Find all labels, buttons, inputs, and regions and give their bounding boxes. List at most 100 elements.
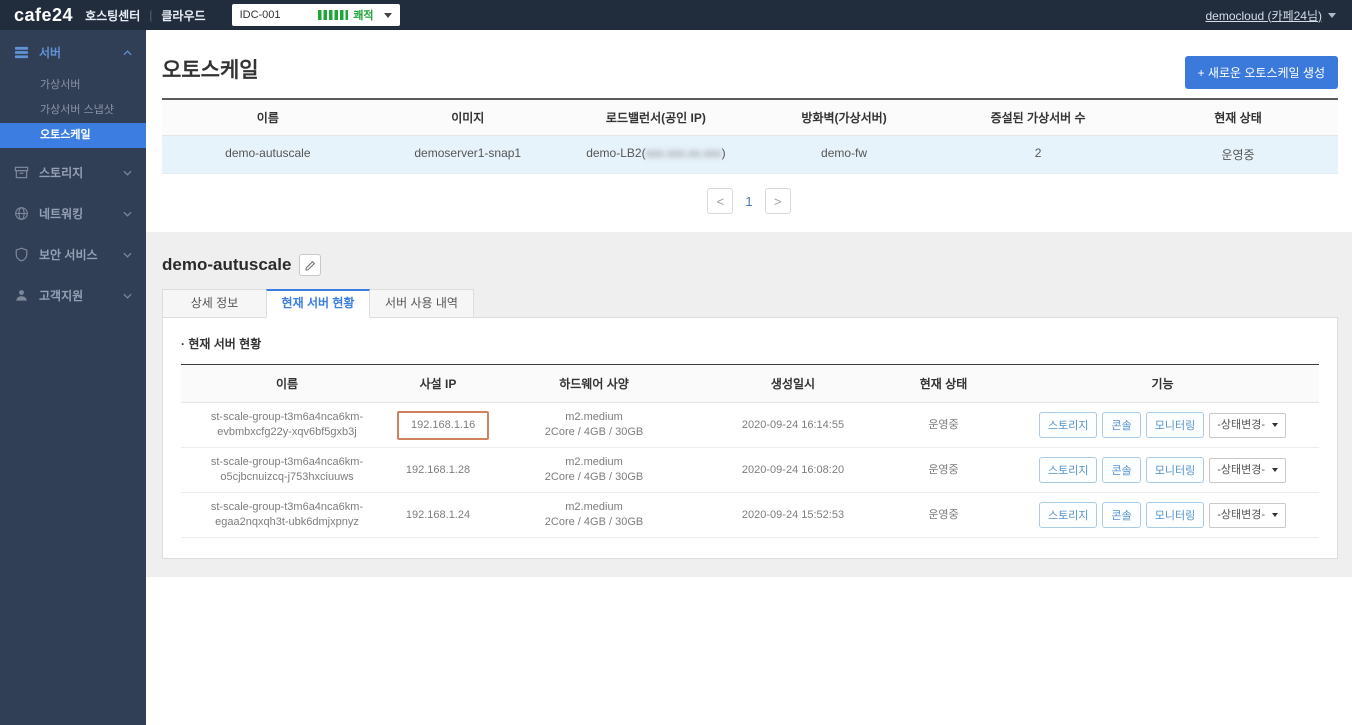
tab-usage-history[interactable]: 서버 사용 내역 [370, 289, 474, 318]
server-name-line1: st-scale-group-t3m6a4nca6km- [211, 456, 363, 468]
chevron-down-icon [123, 211, 132, 217]
sidebar-item-label: 보안 서비스 [39, 246, 98, 263]
storage-button[interactable]: 스토리지 [1039, 412, 1097, 438]
monitoring-button[interactable]: 모니터링 [1146, 502, 1204, 528]
col-scaled-count: 증설된 가상서버 수 [938, 100, 1138, 135]
chevron-down-icon [1272, 468, 1278, 472]
status-change-label: -상태변경- [1217, 463, 1265, 478]
console-button[interactable]: 콘솔 [1102, 502, 1140, 528]
chevron-down-icon [1272, 423, 1278, 427]
hosting-center-link[interactable]: 호스팅센터 [85, 7, 140, 24]
cell-private-ip: 192.168.1.24 [393, 501, 483, 530]
account-label: democloud (카페24님) [1206, 7, 1323, 24]
status-change-select[interactable]: -상태변경- [1209, 503, 1286, 528]
tab-current-servers[interactable]: 현재 서버 현황 [266, 289, 370, 318]
sidebar-item-virtual-server-snapshot[interactable]: 가상서버 스냅샷 [0, 98, 146, 123]
sidebar-item-server[interactable]: 서버 [0, 30, 146, 73]
console-button[interactable]: 콘솔 [1102, 412, 1140, 438]
detail-section: demo-autuscale 상세 정보 현재 서버 현황 서버 사용 내역 ·… [146, 232, 1352, 577]
col-functions: 기능 [1006, 365, 1319, 402]
chevron-up-icon [123, 50, 132, 56]
cell-hardware: m2.medium2Core / 4GB / 30GB [483, 448, 705, 492]
col-loadbalancer: 로드밸런서(공인 IP) [562, 100, 750, 135]
storage-button[interactable]: 스토리지 [1039, 502, 1097, 528]
lb-ip-redacted: xxx.xxx.xx.xxx [646, 146, 722, 160]
monitoring-button[interactable]: 모니터링 [1146, 457, 1204, 483]
create-autoscale-button[interactable]: + 새로운 오토스케일 생성 [1185, 56, 1338, 89]
sidebar-item-security-service[interactable]: 보안 서비스 [0, 234, 146, 275]
page-header: 오토스케일 + 새로운 오토스케일 생성 [162, 54, 1338, 98]
status-change-select[interactable]: -상태변경- [1209, 458, 1286, 483]
sidebar-item-label: 네트워킹 [39, 205, 83, 222]
sidebar-item-autoscale[interactable]: 오토스케일 [0, 123, 146, 148]
sidebar-item-virtual-server[interactable]: 가상서버 [0, 73, 146, 98]
cell-loadbalancer: demo-LB2(xxx.xxx.xx.xxx) [562, 136, 750, 173]
tab-detail-info[interactable]: 상세 정보 [162, 289, 266, 318]
cell-status: 운영중 [1138, 136, 1338, 173]
hw-spec: 2Core / 4GB / 30GB [545, 426, 643, 438]
cloud-link[interactable]: 클라우드 [161, 7, 205, 24]
col-firewall: 방화벽(가상서버) [750, 100, 938, 135]
cell-name: st-scale-group-t3m6a4nca6km-o5cjbcnuizcq… [181, 448, 393, 492]
cell-scaled-count: 2 [938, 136, 1138, 173]
server-name-line1: st-scale-group-t3m6a4nca6km- [211, 501, 363, 513]
cell-status: 운영중 [881, 411, 1006, 440]
col-created: 생성일시 [705, 365, 881, 402]
lb-close: ) [722, 146, 726, 160]
cell-status: 운영중 [881, 501, 1006, 530]
chevron-down-icon [1328, 13, 1336, 18]
next-page-button[interactable]: > [765, 188, 791, 214]
chevron-down-icon [1272, 513, 1278, 517]
sidebar: 서버 가상서버 가상서버 스냅샷 오토스케일 스토리지 네트워킹 보안 서비스 [0, 30, 146, 725]
detail-title: demo-autuscale [162, 255, 291, 275]
pagination: < 1 > [146, 188, 1352, 214]
status-change-label: -상태변경- [1217, 418, 1265, 433]
sidebar-item-storage[interactable]: 스토리지 [0, 152, 146, 193]
rename-button[interactable] [299, 254, 321, 276]
detail-tabs: 상세 정보 현재 서버 현황 서버 사용 내역 [162, 289, 1338, 317]
prev-page-button[interactable]: < [707, 188, 733, 214]
hw-type: m2.medium [565, 501, 622, 513]
current-page[interactable]: 1 [745, 194, 752, 209]
page-title: 오토스케일 [162, 54, 1338, 84]
console-button[interactable]: 콘솔 [1102, 457, 1140, 483]
cell-private-ip: 192.168.1.28 [393, 456, 483, 485]
col-status: 현재 상태 [1138, 100, 1338, 135]
cell-created: 2020-09-24 16:14:55 [705, 411, 881, 440]
col-image: 이미지 [374, 100, 562, 135]
sidebar-item-networking[interactable]: 네트워킹 [0, 193, 146, 234]
sidebar-item-label: 고객지원 [39, 287, 83, 304]
autoscale-table-row[interactable]: demo-autuscale demoserver1-snap1 demo-LB… [162, 136, 1338, 174]
server-name-line2: o5cjbcnuizcq-j753hxciuuws [220, 471, 353, 483]
cell-hardware: m2.medium 2Core / 4GB / 30GB [483, 493, 705, 537]
topbar-divider: | [149, 8, 152, 22]
hw-spec: 2Core / 4GB / 30GB [545, 471, 643, 483]
storage-icon [14, 165, 29, 180]
topbar: cafe24 호스팅센터 | 클라우드 IDC-001 쾌적 democloud… [0, 0, 1352, 30]
idc-zone-label: IDC-001 [240, 9, 319, 21]
chevron-down-icon [384, 13, 392, 18]
shield-icon [14, 247, 29, 262]
tab-panel: · 현재 서버 현황 이름 사설 IP 하드웨어 사양 생성일시 현재 상태 기… [162, 317, 1338, 559]
network-icon [14, 206, 29, 221]
hw-spec: 2Core / 4GB / 30GB [545, 516, 643, 528]
col-hardware: 하드웨어 사양 [483, 365, 705, 402]
idc-zone-select[interactable]: IDC-001 쾌적 [232, 4, 400, 26]
monitoring-button[interactable]: 모니터링 [1146, 412, 1204, 438]
server-table-header: 이름 사설 IP 하드웨어 사양 생성일시 현재 상태 기능 [181, 365, 1319, 403]
cell-functions: 스토리지 콘솔 모니터링 -상태변경- [1006, 405, 1319, 445]
storage-button[interactable]: 스토리지 [1039, 457, 1097, 483]
lb-name: demo-LB2( [586, 146, 645, 160]
sidebar-item-customer-support[interactable]: 고객지원 [0, 275, 146, 316]
cell-private-ip: 192.168.1.16 [393, 404, 483, 447]
chevron-down-icon [123, 170, 132, 176]
server-row: st-scale-group-t3m6a4nca6km-egaa2nqxqh3t… [181, 493, 1319, 538]
server-name-line2: evbmbxcfg22y-xqv6bf5gxb3j [217, 426, 356, 438]
cafe24-logo[interactable]: cafe24 [14, 5, 73, 26]
autoscale-table: 이름 이미지 로드밸런서(공인 IP) 방화벽(가상서버) 증설된 가상서버 수… [162, 98, 1338, 174]
account-menu[interactable]: democloud (카페24님) [1206, 7, 1337, 24]
status-change-select[interactable]: -상태변경- [1209, 413, 1286, 438]
col-status: 현재 상태 [881, 365, 1006, 402]
cell-firewall: demo-fw [750, 136, 938, 173]
person-icon [14, 288, 29, 303]
